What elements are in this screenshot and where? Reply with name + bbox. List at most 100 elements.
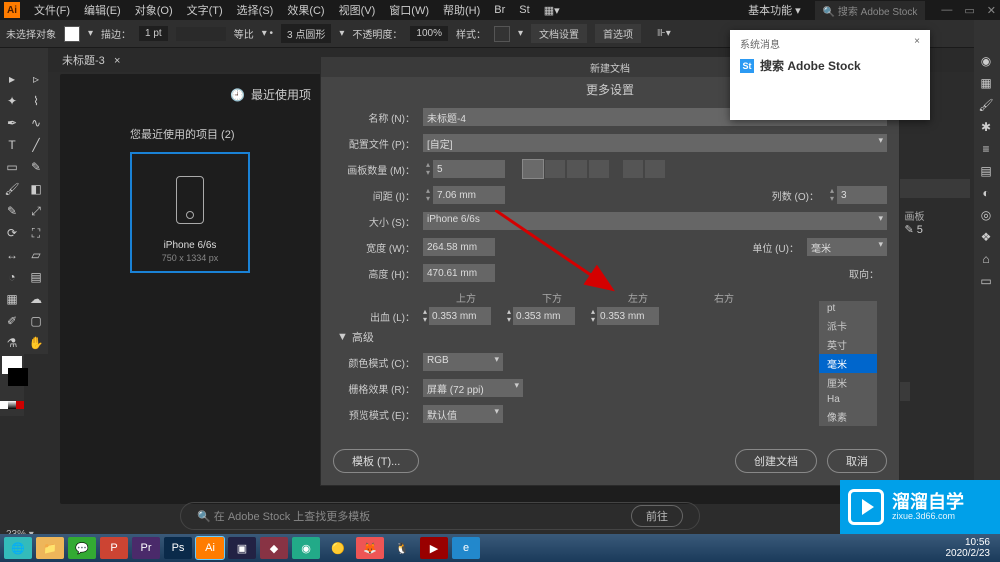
panel-layers[interactable]: ❖ (974, 226, 998, 248)
template-button[interactable]: 模板 (T)... (333, 449, 419, 473)
menu-window[interactable]: 窗口(W) (383, 0, 435, 20)
preset-card-selected[interactable]: iPhone 6/6s 750 x 1334 px (130, 152, 250, 273)
lasso-tool[interactable]: ⌇ (24, 90, 48, 112)
taskbar-clock[interactable]: 10:56 2020/2/23 (946, 537, 997, 559)
artboards-input[interactable] (433, 160, 505, 178)
menu-edit[interactable]: 编辑(E) (78, 0, 127, 20)
menu-help[interactable]: 帮助(H) (437, 0, 486, 20)
tb-app2[interactable]: ◆ (260, 537, 288, 559)
width-input[interactable] (423, 238, 495, 256)
workspace-switcher[interactable]: 基本功能 ▾ (742, 0, 807, 20)
preview-select[interactable]: 默认值 (423, 405, 503, 423)
unit-opt-mm[interactable]: 毫米 (819, 354, 877, 373)
search-stock-top[interactable]: 🔍 搜索 Adobe Stock (815, 1, 926, 20)
layout-grid-rl[interactable] (545, 160, 565, 178)
eraser-tool[interactable]: ◧ (24, 178, 48, 200)
scale-mode[interactable]: 等比 (234, 26, 254, 41)
tab-close-icon[interactable]: × (114, 55, 120, 67)
stroke-color[interactable] (8, 368, 28, 386)
arrange-icon[interactable]: ▦▾ (538, 2, 566, 19)
tb-app3[interactable]: ◉ (292, 537, 320, 559)
symbol-tool[interactable]: ☁ (24, 288, 48, 310)
pencil-tool[interactable]: ✎ (24, 156, 48, 178)
min-button[interactable]: — (941, 4, 952, 17)
tb-app4[interactable]: ▶ (420, 537, 448, 559)
spacing-input[interactable] (433, 186, 505, 204)
mesh-tool[interactable]: ▦ (0, 288, 24, 310)
curvature-tool[interactable]: ∿ (24, 112, 48, 134)
panel-stroke[interactable]: ≡ (974, 138, 998, 160)
cols-input[interactable] (837, 186, 887, 204)
tb-browser[interactable]: 🌐 (4, 537, 32, 559)
hand-tool[interactable]: ✋ (24, 332, 48, 354)
tb-explorer[interactable]: 📁 (36, 537, 64, 559)
width-tool[interactable]: ↔ (0, 244, 24, 266)
document-tab[interactable]: 未标题-3 × (52, 48, 130, 72)
stroke-style[interactable] (176, 27, 226, 41)
bleed-top[interactable] (429, 307, 491, 325)
unit-opt-px[interactable]: 像素 (819, 407, 877, 426)
opacity-value[interactable]: 100% (410, 26, 448, 41)
line-tool[interactable]: ╱ (24, 134, 48, 156)
unit-opt-pt[interactable]: pt (819, 301, 877, 316)
tb-chrome[interactable]: 🟡 (324, 537, 352, 559)
menu-select[interactable]: 选择(S) (231, 0, 280, 20)
type-tool[interactable]: T (0, 134, 24, 156)
cancel-button[interactable]: 取消 (827, 449, 887, 473)
stock-icon[interactable]: St (513, 2, 535, 18)
scale-tool[interactable]: ⤢ (24, 200, 48, 222)
panel-brushes[interactable]: 🖌 (974, 94, 998, 116)
prefs-button[interactable]: 首选项 (595, 24, 641, 43)
layout-row-lr[interactable] (567, 160, 587, 178)
close-button[interactable]: ✕ (987, 4, 996, 17)
stock-popup-close[interactable]: × (914, 36, 920, 51)
max-button[interactable]: ▭ (964, 4, 974, 17)
layout-grid-lr[interactable] (523, 160, 543, 178)
units-dropdown[interactable]: pt 派卡 英寸 毫米 厘米 Ha 像素 (819, 301, 877, 426)
menu-view[interactable]: 视图(V) (333, 0, 382, 20)
menu-object[interactable]: 对象(O) (129, 0, 179, 20)
create-button[interactable]: 创建文档 (735, 449, 817, 473)
gradient-tool[interactable]: ▤ (24, 266, 48, 288)
bleed-bottom[interactable] (513, 307, 575, 325)
colormode-select-d[interactable]: RGB (423, 353, 503, 371)
shaper-tool[interactable]: ✎ (0, 200, 24, 222)
profile-select[interactable]: [自定] (423, 134, 887, 152)
panel-transparency[interactable]: ◐ (974, 182, 998, 204)
panel-gradient[interactable]: ▤ (974, 160, 998, 182)
tb-firefox[interactable]: 🦊 (356, 537, 384, 559)
advanced-section[interactable]: ▼ 高级 (337, 329, 887, 345)
tb-ie[interactable]: e (452, 537, 480, 559)
unit-opt-ha[interactable]: Ha (819, 392, 877, 407)
tb-photoshop[interactable]: Ps (164, 537, 192, 559)
panel-color[interactable]: ◉ (974, 50, 998, 72)
unit-opt-inch[interactable]: 英寸 (819, 335, 877, 354)
pen-tool[interactable]: ✒ (0, 112, 24, 134)
stock-go-button[interactable]: 前往 (631, 505, 683, 527)
magic-wand-tool[interactable]: ✦ (0, 90, 24, 112)
artboards-value[interactable]: ✎ 5 (904, 224, 922, 236)
tb-illustrator[interactable]: Ai (196, 537, 224, 559)
style-swatch[interactable] (494, 26, 510, 42)
rotate-tool[interactable]: ⟳ (0, 222, 24, 244)
height-input[interactable] (423, 264, 495, 282)
menu-effect[interactable]: 效果(C) (281, 0, 330, 20)
unit-select[interactable]: 毫米 (807, 238, 887, 256)
panel-asset[interactable]: ⌂ (974, 248, 998, 270)
layout-dir-right[interactable] (645, 160, 665, 178)
unit-opt-pica[interactable]: 派卡 (819, 316, 877, 335)
fill-swatch[interactable] (64, 26, 80, 42)
panel-appearance[interactable]: ◎ (974, 204, 998, 226)
layout-col[interactable] (589, 160, 609, 178)
shape-builder-tool[interactable]: ◔ (0, 266, 24, 288)
doc-setup-button[interactable]: 文档设置 (531, 24, 587, 43)
bridge-icon[interactable]: Br (488, 2, 511, 18)
tb-wechat[interactable]: 💬 (68, 537, 96, 559)
panel-swatches[interactable]: ▦ (974, 72, 998, 94)
selection-tool[interactable]: ▸ (0, 68, 24, 90)
tb-app1[interactable]: ▣ (228, 537, 256, 559)
rectangle-tool[interactable]: ▭ (0, 156, 24, 178)
tb-premiere[interactable]: Pr (132, 537, 160, 559)
artboard-layout-icons[interactable] (523, 160, 665, 178)
perspective-tool[interactable]: ▱ (24, 244, 48, 266)
